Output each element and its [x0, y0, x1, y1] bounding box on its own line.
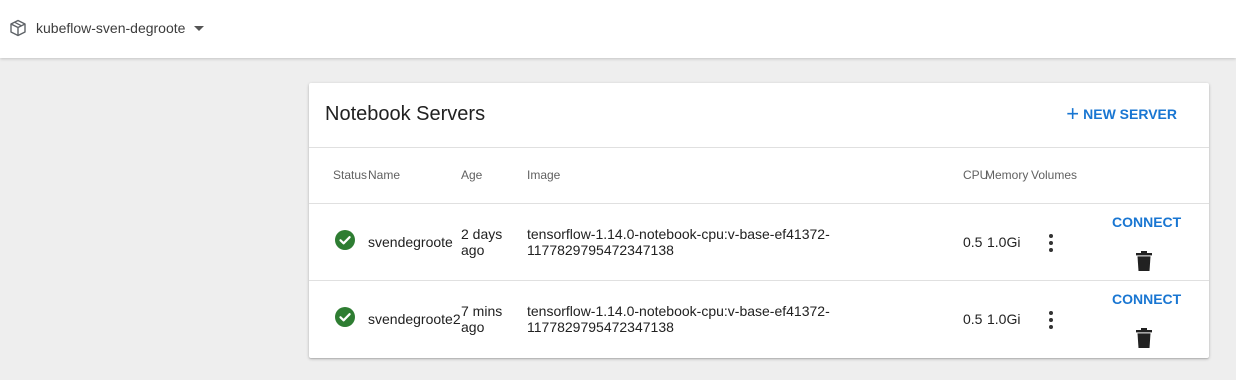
caret-down-icon: [194, 25, 205, 31]
age-line2: ago: [461, 242, 485, 258]
card-title: Notebook Servers: [325, 103, 486, 125]
notebook-servers-card: Notebook Servers + NEW SERVER Status Nam…: [309, 83, 1209, 358]
header-memory[interactable]: Memory: [985, 168, 1028, 182]
server-name[interactable]: svendegroote: [368, 234, 453, 250]
image-line1: tensorflow-1.14.0-notebook-cpu:v-base-ef…: [527, 226, 830, 242]
new-server-button[interactable]: + NEW SERVER: [1066, 101, 1177, 126]
namespace-label: kubeflow-sven-degroote: [36, 20, 186, 36]
cpu-value: 0.5: [963, 311, 983, 327]
row-divider: [309, 203, 1209, 204]
image-line2: 1177829795472347138: [527, 319, 674, 335]
plus-icon: +: [1066, 101, 1080, 126]
age-line2: ago: [461, 319, 485, 335]
new-server-label: NEW SERVER: [1083, 106, 1177, 122]
row-divider: [309, 280, 1209, 281]
more-vert-icon[interactable]: [1048, 234, 1054, 252]
more-vert-icon[interactable]: [1048, 311, 1054, 329]
check-circle-icon: [335, 230, 355, 250]
header-name[interactable]: Name: [368, 168, 400, 182]
memory-value: 1.0Gi: [987, 311, 1021, 327]
server-name[interactable]: svendegroote2: [368, 311, 461, 327]
header-age[interactable]: Age: [461, 168, 482, 182]
cpu-value: 0.5: [963, 234, 983, 250]
age-line1: 2 days: [461, 226, 503, 242]
header-status[interactable]: Status: [333, 168, 367, 182]
memory-value: 1.0Gi: [987, 234, 1021, 250]
image-line2: 1177829795472347138: [527, 242, 674, 258]
header-image[interactable]: Image: [527, 168, 560, 182]
check-circle-icon: [335, 307, 355, 327]
connect-button[interactable]: CONNECT: [1112, 214, 1181, 230]
image-line1: tensorflow-1.14.0-notebook-cpu:v-base-ef…: [527, 303, 830, 319]
trash-icon[interactable]: [1136, 251, 1152, 271]
cube-icon: [9, 19, 27, 37]
header-volumes[interactable]: Volumes: [1031, 168, 1077, 182]
age-line1: 7 mins: [461, 303, 503, 319]
connect-button[interactable]: CONNECT: [1112, 291, 1181, 307]
header-divider: [309, 147, 1209, 148]
top-bar: kubeflow-sven-degroote: [0, 0, 1236, 58]
trash-icon[interactable]: [1136, 328, 1152, 348]
namespace-selector[interactable]: kubeflow-sven-degroote: [9, 16, 205, 40]
